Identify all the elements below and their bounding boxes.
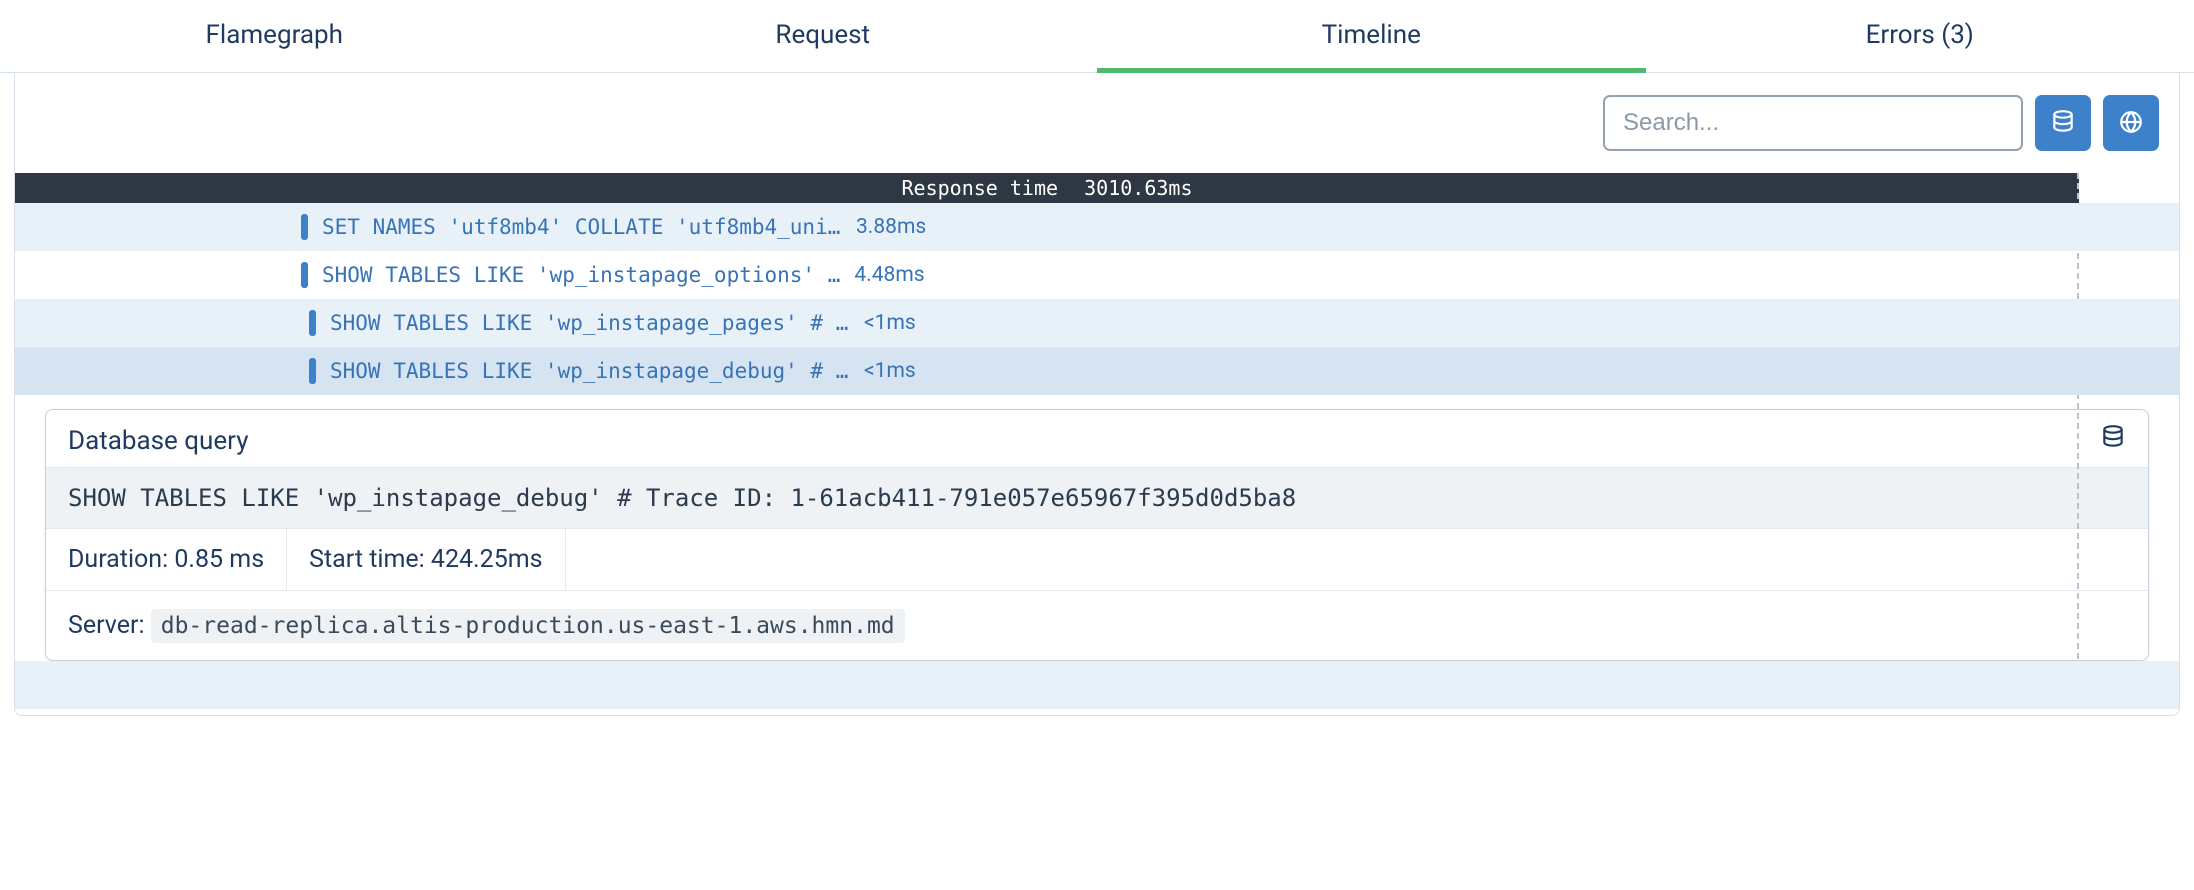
span-marker (309, 310, 316, 336)
detail-start-time: Start time: 424.25ms (287, 529, 565, 590)
query-duration: <1ms (864, 359, 916, 383)
filter-http-button[interactable] (2103, 95, 2159, 151)
query-duration: 3.88ms (856, 215, 926, 239)
database-icon (2050, 109, 2076, 138)
timeline-row[interactable]: SET NAMES 'utf8mb4' COLLATE 'utf8mb4_uni… (15, 203, 2179, 251)
tabs-bar: Flamegraph Request Timeline Errors (3) (0, 0, 2194, 73)
span-marker (309, 358, 316, 384)
query-duration: 4.48ms (854, 263, 924, 287)
timeline-area: Response time 3010.63ms SET NAMES 'utf8m… (15, 173, 2179, 709)
globe-icon (2118, 109, 2144, 138)
detail-server: Server: db-read-replica.altis-production… (46, 591, 2148, 660)
tab-timeline[interactable]: Timeline (1097, 0, 1646, 72)
detail-meta: Duration: 0.85 ms Start time: 424.25ms (46, 529, 2148, 591)
tab-request[interactable]: Request (549, 0, 1098, 72)
tab-errors[interactable]: Errors (3) (1646, 0, 2194, 72)
timeline-row[interactable]: SHOW TABLES LIKE 'wp_instapage_options' … (15, 251, 2179, 299)
search-input[interactable] (1603, 95, 2023, 151)
detail-title: Database query (68, 426, 249, 456)
response-time-bar: Response time 3010.63ms (15, 173, 2079, 203)
timeline-row[interactable]: SHOW TABLES LIKE 'wp_instapage_pages' # … (15, 299, 2179, 347)
detail-query-text: SHOW TABLES LIKE 'wp_instapage_debug' # … (46, 467, 2148, 529)
detail-duration: Duration: 0.85 ms (46, 529, 287, 590)
filter-database-button[interactable] (2035, 95, 2091, 151)
query-text: SHOW TABLES LIKE 'wp_instapage_debug' # … (330, 359, 850, 383)
span-marker (301, 214, 308, 240)
query-text: SHOW TABLES LIKE 'wp_instapage_options' … (322, 263, 840, 287)
query-text: SHOW TABLES LIKE 'wp_instapage_pages' # … (330, 311, 850, 335)
timeline-rows: SET NAMES 'utf8mb4' COLLATE 'utf8mb4_uni… (15, 203, 2179, 709)
response-time-label: Response time (902, 176, 1059, 200)
detail-panel: Database query SHOW TABLES LIKE 'wp_inst… (45, 409, 2149, 661)
query-duration: <1ms (864, 311, 916, 335)
server-label: Server: (68, 611, 145, 640)
response-time-value: 3010.63ms (1084, 176, 1192, 200)
timeline-panel: Response time 3010.63ms SET NAMES 'utf8m… (14, 73, 2180, 716)
tab-flamegraph[interactable]: Flamegraph (0, 0, 549, 72)
timeline-row[interactable]: SHOW TABLES LIKE 'wp_instapage_debug' # … (15, 347, 2179, 395)
server-value: db-read-replica.altis-production.us-east… (151, 609, 905, 643)
query-text: SET NAMES 'utf8mb4' COLLATE 'utf8mb4_uni… (322, 215, 842, 239)
toolbar (15, 73, 2179, 173)
database-icon (2100, 424, 2126, 457)
timeline-row-empty (15, 661, 2179, 709)
span-marker (301, 262, 308, 288)
